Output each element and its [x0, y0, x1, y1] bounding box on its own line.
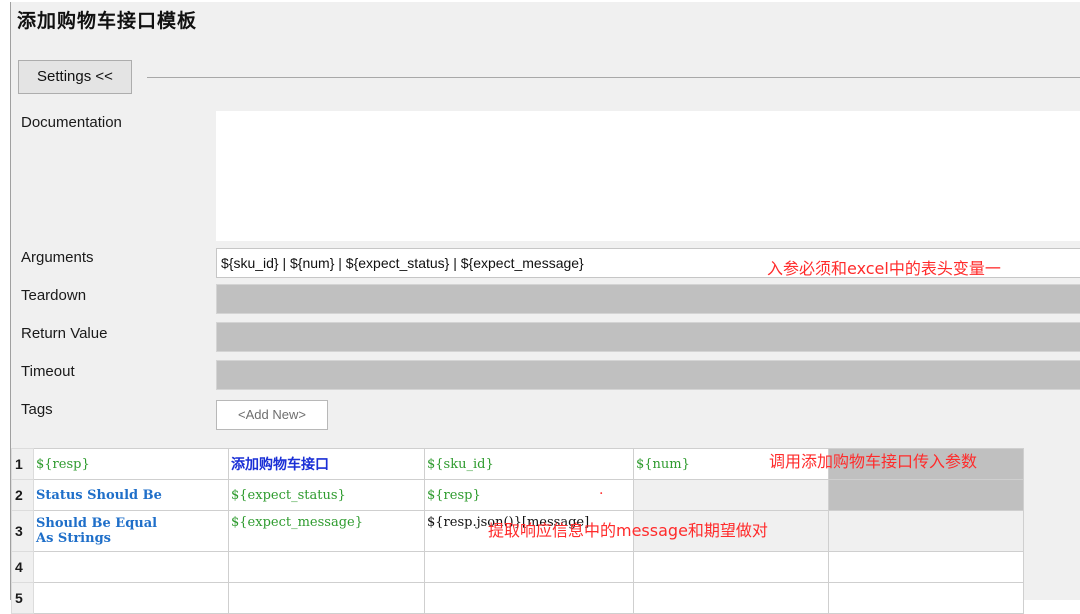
grid-row: 3 Should Be Equal As Strings ${expect_me…	[11, 510, 1024, 552]
grid-cell[interactable]: ${expect_status}	[228, 479, 425, 511]
grid-cell[interactable]: 添加购物车接口	[228, 448, 425, 480]
add-tag-button[interactable]: <Add New>	[216, 400, 328, 430]
documentation-label: Documentation	[21, 114, 122, 131]
keyword-editor: 添加购物车接口模板 Settings << Documentation Argu…	[10, 2, 1080, 614]
settings-divider	[147, 77, 1080, 78]
grid-row: 4	[11, 551, 1024, 583]
row-number[interactable]: 5	[11, 582, 34, 614]
row-number[interactable]: 1	[11, 448, 34, 480]
tags-label: Tags	[21, 401, 53, 418]
call-annotation: 调用添加购物车接口传入参数	[769, 452, 978, 471]
grid-cell[interactable]	[228, 582, 425, 614]
grid-cell[interactable]	[228, 551, 425, 583]
timeout-field[interactable]	[216, 360, 1080, 390]
grid-cell[interactable]: 提取响应信息中的message和期望做对	[488, 510, 829, 552]
grid-cell[interactable]: ${resp}	[33, 448, 229, 480]
row-number[interactable]: 4	[11, 551, 34, 583]
row-number[interactable]: 2	[11, 479, 34, 511]
timeout-label: Timeout	[21, 363, 75, 380]
grid-cell[interactable]	[633, 479, 829, 511]
arguments-label: Arguments	[21, 249, 94, 266]
documentation-field[interactable]	[216, 111, 1080, 241]
return-value-label: Return Value	[21, 325, 108, 342]
keyword-text: 添加购物车接口	[231, 457, 329, 473]
grid-cell[interactable]	[828, 551, 1024, 583]
grid-cell[interactable]: 调用添加购物车接口传入参数	[769, 448, 1024, 480]
grid-cell[interactable]	[424, 551, 634, 583]
red-marker: .	[599, 482, 604, 498]
settings-toggle-button[interactable]: Settings <<	[18, 60, 132, 94]
grid-row: 5	[11, 582, 1024, 614]
grid-cell[interactable]	[828, 510, 1024, 552]
grid-cell[interactable]	[633, 582, 829, 614]
cell-text: ${resp}	[427, 487, 481, 503]
grid-cell[interactable]: ${expect_message}	[228, 510, 425, 552]
grid-cell[interactable]: Status Should Be	[33, 479, 229, 511]
grid-cell[interactable]	[33, 551, 229, 583]
test-step-grid: 1 ${resp} 添加购物车接口 ${sku_id} ${num} 调用添加购…	[11, 448, 1024, 614]
extract-annotation: 提取响应信息中的message和期望做对	[488, 521, 768, 540]
grid-row: 1 ${resp} 添加购物车接口 ${sku_id} ${num} 调用添加购…	[11, 448, 1024, 480]
arguments-annotation: 入参必须和excel中的表头变量一	[767, 259, 1001, 278]
teardown-label: Teardown	[21, 287, 87, 304]
grid-cell[interactable]	[424, 582, 634, 614]
grid-cell[interactable]	[828, 582, 1024, 614]
grid-row: 2 Status Should Be ${expect_status} ${re…	[11, 479, 1024, 511]
return-value-field[interactable]	[216, 322, 1080, 352]
grid-cell[interactable]: Should Be Equal As Strings	[33, 510, 229, 552]
teardown-field[interactable]	[216, 284, 1080, 314]
row-number[interactable]: 3	[11, 510, 34, 552]
grid-cell[interactable]	[33, 582, 229, 614]
grid-cell[interactable]: ${sku_id}	[424, 448, 634, 480]
page-title: 添加购物车接口模板	[17, 10, 198, 32]
grid-cell[interactable]	[633, 551, 829, 583]
grid-cell[interactable]: ${resp} .	[424, 479, 634, 511]
grid-cell[interactable]	[828, 479, 1024, 511]
